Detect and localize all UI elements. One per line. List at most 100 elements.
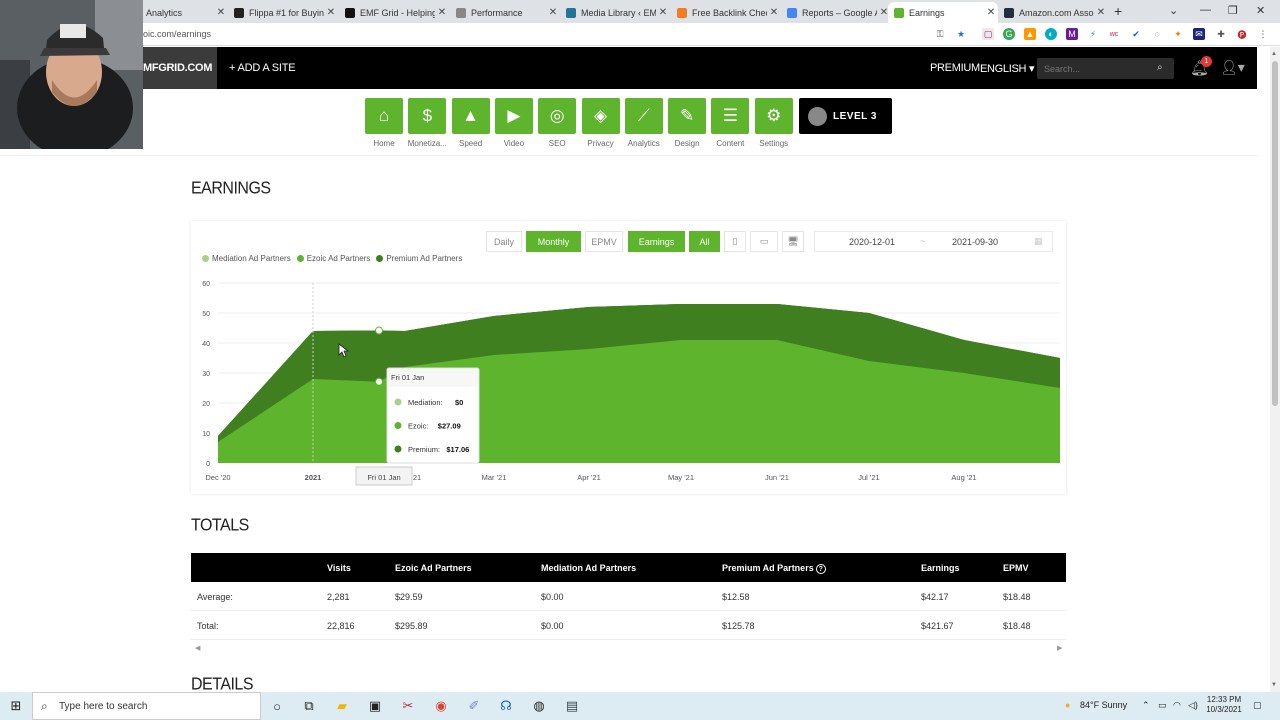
extension-f-icon[interactable]: ⚡ [1087,28,1099,40]
user-menu-icon[interactable]: 👤︎▾ [1220,59,1245,76]
close-tab-icon[interactable]: ✕ [984,7,998,18]
add-site-button[interactable]: + ADD A SITE [229,62,296,74]
all-devices-button[interactable]: All [689,231,720,252]
premium-link[interactable]: PREMIUM [930,62,980,74]
browser-tab[interactable]: Media Library ‹ EMF ✕ [560,2,670,23]
scroll-up-icon[interactable]: ▲ [1271,51,1277,57]
level-badge[interactable]: LEVEL 3 [799,98,892,134]
app-nav-3[interactable]: ▲ [451,98,490,134]
close-tab-icon[interactable]: ✕ [435,7,449,18]
column-header[interactable]: Visits [327,563,351,573]
column-header[interactable]: Ezoic Ad Partners [395,563,472,573]
obs-icon[interactable]: ◍ [531,698,547,714]
key-icon[interactable]: ⚿ [934,28,946,40]
extension-g-icon[interactable]: wc [1108,28,1120,40]
scroll-down-icon[interactable]: ▼ [1271,682,1277,688]
extension-h-icon[interactable]: ✔ [1130,28,1142,40]
minimize-icon[interactable]: — [1200,4,1211,16]
extension-k-icon[interactable]: ✉ [1193,28,1205,40]
weather-text[interactable]: 84°F Sunny [1080,700,1127,710]
close-tab-icon[interactable]: ✕ [546,7,560,18]
chrome-icon[interactable]: ◉ [433,698,449,714]
tab-search-chevron-icon[interactable]: ⌄ [1169,4,1178,17]
browser-tab[interactable]: Reports – Google A ✕ [781,2,891,23]
network-tray-icon[interactable]: ▭ [1158,700,1167,711]
extension-b-icon[interactable]: G [1003,28,1015,40]
close-tab-icon[interactable]: ✕ [1094,7,1108,18]
legend-item[interactable]: Premium Ad Partners [376,254,462,263]
close-window-icon[interactable]: ✕ [1256,4,1265,17]
help-question-icon[interactable]: ? [815,564,826,574]
close-tab-icon[interactable]: ✕ [656,7,670,18]
tray-expand-icon[interactable]: ⌃ [1142,700,1150,711]
browser-tab[interactable]: EMF Grid - Helping ✕ [339,2,449,23]
date-range-picker[interactable]: 2020-12-01 ~ 2021-09-30 ▦ [814,231,1053,252]
app-nav-5[interactable]: ◎ [538,98,577,134]
extension-a-icon[interactable]: ▢ [982,28,994,40]
legend-item[interactable]: Mediation Ad Partners [202,254,291,263]
app-nav-4[interactable]: ▶ [494,98,533,134]
earnings-area-chart[interactable]: 0 10 20 30 40 50 60 Dec '20 2021 Mar '21 Apr '21 Ma… [191,276,1066,486]
browser-tab[interactable]: Flippa #1 for Buying ✕ [228,2,338,23]
language-dropdown[interactable]: ENGLISH ▾ [980,62,1035,75]
app-nav-2[interactable]: $ [408,98,447,134]
extension-c-icon[interactable]: ▲ [1024,28,1036,40]
volume-tray-icon[interactable]: ◁) [1188,700,1198,711]
earnings-button[interactable]: Earnings [628,231,685,252]
close-tab-icon[interactable]: ✕ [214,7,228,18]
desktop-device-icon[interactable]: 🖥︎ [782,231,804,252]
browser-tab[interactable]: Earnings ✕ [888,2,998,23]
close-tab-icon[interactable]: ✕ [324,7,338,18]
browser-tab[interactable]: Analytics ✕ [140,2,228,23]
url-text[interactable]: oic.com/earnings [143,29,211,39]
site-search-input[interactable] [1037,58,1174,79]
app-nav-1[interactable]: ⌂ [365,98,403,134]
calendar-icon[interactable]: ▦ [1034,236,1043,247]
clock[interactable]: 12:33 PM 10/3/2021 [1206,695,1242,715]
app-nav-8[interactable]: ✎ [668,98,707,134]
table-scroll-right-icon[interactable]: ▶ [1057,644,1062,652]
task-view-icon[interactable]: ⧉ [301,698,317,714]
brand-link[interactable]: MFGRID.COM [143,47,217,89]
browser-menu-icon[interactable]: ⋮ [1257,28,1269,40]
monthly-button[interactable]: Monthly [526,231,581,252]
search-icon[interactable]: ⌕ [1157,62,1163,73]
app-nav-10[interactable]: ⚙ [754,98,793,134]
app-window-icon[interactable]: ▤ [564,698,580,714]
extensions-puzzle-icon[interactable]: ✚ [1215,28,1227,40]
app-nav-7[interactable]: ⟋ [624,98,663,134]
app-pen-icon[interactable]: ✐ [466,698,482,714]
notifications-tray-icon[interactable]: ▢ [1253,700,1262,711]
file-explorer-icon[interactable]: ▰ [334,698,350,714]
column-header[interactable]: Earnings [921,563,960,573]
extension-j-icon[interactable]: ✦ [1172,28,1184,40]
tablet-device-icon[interactable]: ▭ [750,231,778,252]
column-header[interactable]: Mediation Ad Partners [541,563,636,573]
mobile-device-icon[interactable]: ▯ [724,231,746,252]
new-tab-plus-icon[interactable]: + [1114,3,1122,19]
epmv-button[interactable]: EPMV [585,231,623,252]
bookmark-star-icon[interactable]: ★ [955,28,967,40]
taskbar-search-box[interactable]: ⌕ Type here to search [32,692,261,720]
extension-l-icon[interactable]: 🅟 [1236,28,1248,40]
store-icon[interactable]: ▣ [367,698,383,714]
app-tool-icon[interactable]: ✂ [400,698,416,714]
restore-icon[interactable]: ❐ [1228,4,1238,17]
page-scrollbar[interactable]: ▲ ▼ [1270,47,1280,692]
legend-item[interactable]: Ezoic Ad Partners [296,254,370,263]
daily-button[interactable]: Daily [486,231,522,252]
wifi-tray-icon[interactable]: ◠ [1173,700,1181,711]
browser-tab[interactable]: Amazon.com Assoc ✕ [998,2,1108,23]
cortana-icon[interactable]: ○ [269,698,285,714]
table-scroll-left-icon[interactable]: ◀ [195,644,200,652]
app-nav-9[interactable]: ☰ [711,98,750,134]
windows-start-icon[interactable]: ⊞ [8,698,24,714]
browser-tab[interactable]: Free Backlink Check ✕ [671,2,781,23]
extension-d-icon[interactable]: ◐ [1045,28,1057,40]
app-nav-6[interactable]: ◈ [581,98,620,134]
extension-i-icon[interactable]: ◌ [1151,28,1163,40]
extension-e-icon[interactable]: M [1066,28,1078,40]
browser-tab[interactable]: Performance ✕ [450,2,560,23]
scroll-thumb[interactable] [1272,61,1278,406]
close-tab-icon[interactable]: ✕ [767,7,781,18]
